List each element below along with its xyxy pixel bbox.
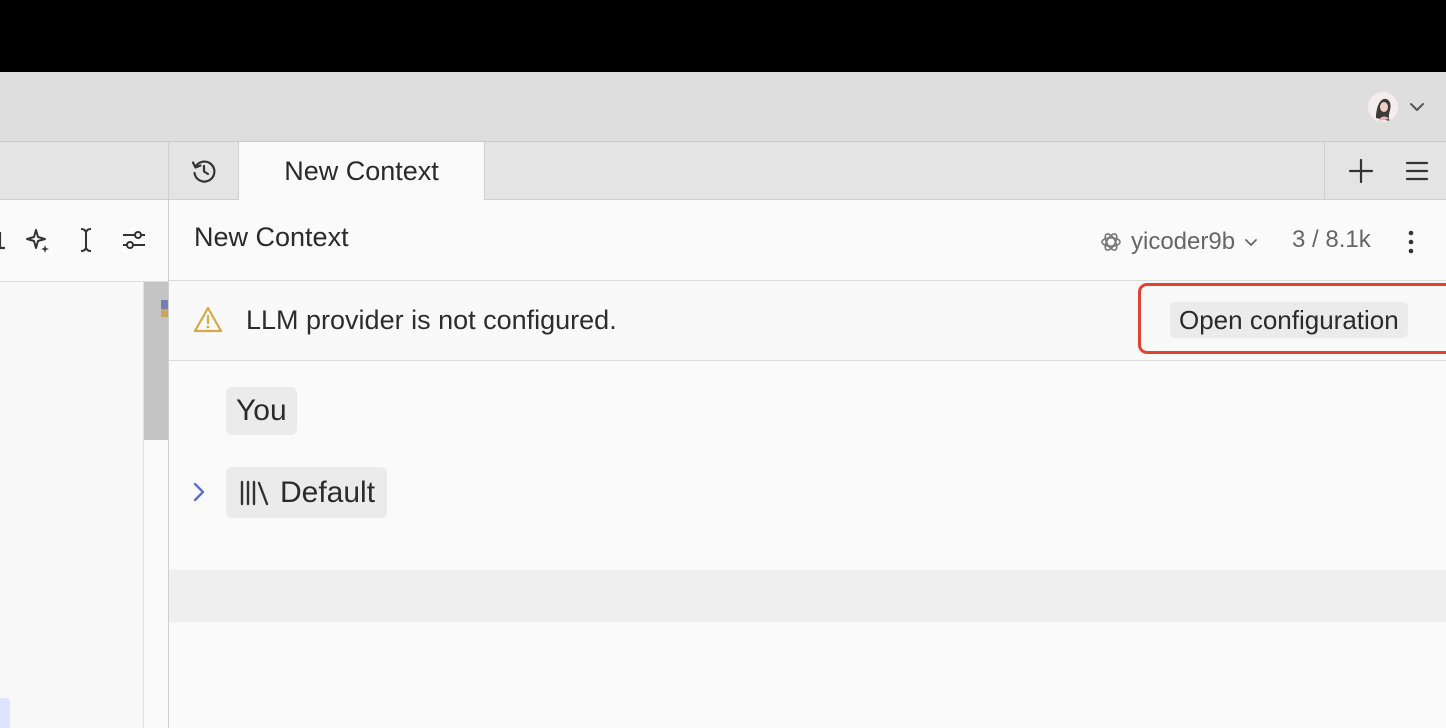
open-configuration-button[interactable]: Open configuration (1170, 302, 1408, 338)
message-input-area[interactable] (169, 570, 1446, 622)
plus-icon[interactable] (1347, 157, 1375, 185)
tab-label: New Context (284, 155, 439, 186)
default-section-label: Default (280, 475, 376, 509)
scrollbar-marker (161, 309, 168, 317)
editor-selection-marker (0, 698, 10, 728)
chevron-down-icon (1245, 239, 1257, 246)
assistant-tab-bar: New Context (169, 142, 1446, 200)
editor-scrollbar[interactable] (143, 282, 168, 728)
text-cursor-partial-icon[interactable] (0, 226, 14, 254)
hamburger-menu-icon[interactable] (1403, 157, 1431, 185)
model-name: yicoder9b (1131, 228, 1236, 255)
token-count: 3 / 8.1k (1292, 226, 1371, 253)
default-section-chip[interactable]: Default (226, 467, 388, 518)
text-cursor-icon[interactable] (72, 226, 100, 254)
library-icon (240, 480, 269, 505)
tab-bar-actions (1324, 142, 1446, 199)
configuration-warning-banner: LLM provider is not configured. Open con… (169, 281, 1446, 361)
title-bar (0, 72, 1446, 142)
context-title: New Context (194, 222, 349, 252)
assistant-panel: New Context New Context yicoder9b 3 / 8.… (169, 142, 1446, 728)
warning-message: LLM provider is not configured. (246, 305, 617, 335)
context-header: New Context yicoder9b 3 / 8.1k (169, 200, 1446, 281)
sparkles-icon[interactable] (24, 226, 52, 254)
warning-icon (193, 306, 223, 333)
app-window: New Context New Context yicoder9b 3 / 8.… (0, 0, 1446, 728)
avatar (1368, 92, 1398, 122)
editor-panel (0, 142, 169, 728)
chevron-down-icon (1410, 103, 1424, 111)
sliders-icon[interactable] (120, 226, 148, 254)
user-menu-button[interactable] (1366, 90, 1430, 124)
chevron-right-icon[interactable] (189, 480, 209, 504)
editor-toolbar (0, 200, 168, 282)
scrollbar-thumb[interactable] (144, 282, 168, 440)
user-role-chip[interactable]: You (226, 387, 297, 435)
model-selector[interactable]: yicoder9b (1099, 226, 1259, 258)
top-black-bar (0, 0, 1446, 72)
openai-logo-icon (1101, 233, 1121, 251)
scrollbar-marker (161, 300, 168, 309)
history-button[interactable] (169, 142, 239, 199)
editor-tab-strip (0, 142, 168, 200)
vertical-ellipsis-icon[interactable] (1401, 227, 1421, 257)
tab-new-context[interactable]: New Context (239, 142, 485, 200)
history-icon (191, 159, 215, 183)
default-section-row: Default (169, 467, 569, 518)
